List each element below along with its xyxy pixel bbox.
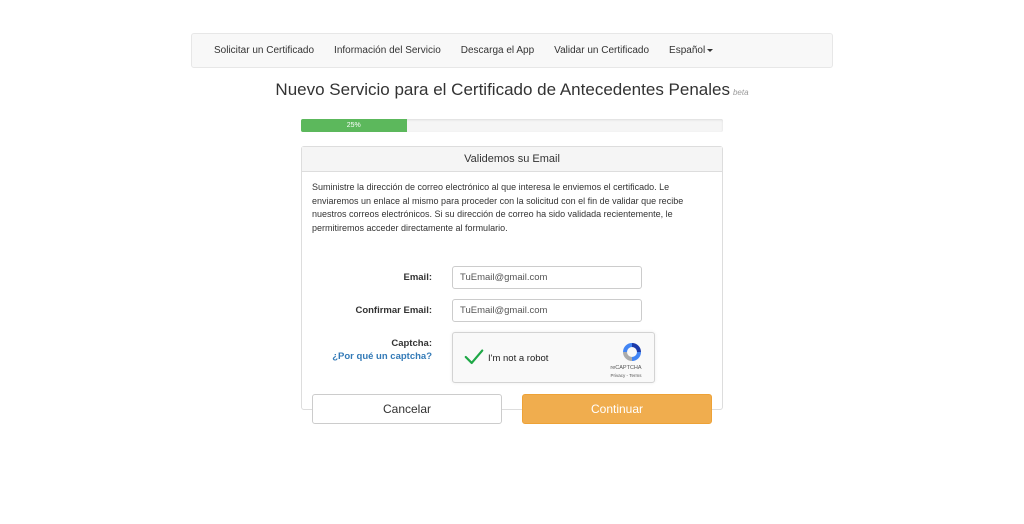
page-title-text: Nuevo Servicio para el Certificado de An… bbox=[275, 80, 730, 99]
page-title: Nuevo Servicio para el Certificado de An… bbox=[0, 80, 1024, 100]
panel-heading: Validemos su Email bbox=[302, 147, 722, 172]
cancel-button[interactable]: Cancelar bbox=[312, 394, 502, 424]
checkmark-icon[interactable] bbox=[463, 346, 485, 368]
captcha-label: Captcha: bbox=[391, 338, 432, 349]
progress-bar: 25% bbox=[301, 119, 723, 132]
recaptcha-terms[interactable]: Privacy - Terms bbox=[606, 373, 646, 378]
continue-button[interactable]: Continuar bbox=[522, 394, 712, 424]
confirm-email-label: Confirmar Email: bbox=[355, 305, 432, 316]
recaptcha-text: I'm not a robot bbox=[488, 353, 549, 364]
why-captcha-link[interactable]: ¿Por qué un captcha? bbox=[312, 351, 432, 362]
nav-item-validar[interactable]: Validar un Certificado bbox=[554, 45, 649, 56]
recaptcha-logo-icon bbox=[623, 343, 641, 361]
recaptcha-brand: reCAPTCHA bbox=[610, 365, 642, 371]
email-label: Email: bbox=[403, 272, 432, 283]
confirm-email-field[interactable]: TuEmail@gmail.com bbox=[452, 299, 642, 322]
progress-bar-fill: 25% bbox=[301, 119, 407, 132]
language-dropdown[interactable]: Español bbox=[669, 45, 714, 56]
nav-item-informacion[interactable]: Información del Servicio bbox=[334, 45, 441, 56]
recaptcha-widget[interactable]: I'm not a robot reCAPTCHA Privacy - Term… bbox=[452, 332, 655, 383]
language-label: Español bbox=[669, 45, 706, 56]
panel-body: Suministre la dirección de correo electr… bbox=[302, 172, 722, 424]
email-field[interactable]: TuEmail@gmail.com bbox=[452, 266, 642, 289]
email-validation-panel: Validemos su Email Suministre la direcci… bbox=[301, 146, 723, 424]
beta-badge: beta bbox=[732, 88, 749, 97]
nav-item-solicitar[interactable]: Solicitar un Certificado bbox=[214, 45, 314, 56]
top-navbar: Solicitar un Certificado Información del… bbox=[191, 33, 833, 68]
caret-down-icon bbox=[707, 48, 714, 52]
panel-description: Suministre la dirección de correo electr… bbox=[312, 182, 684, 233]
nav-item-descarga[interactable]: Descarga el App bbox=[461, 45, 534, 56]
